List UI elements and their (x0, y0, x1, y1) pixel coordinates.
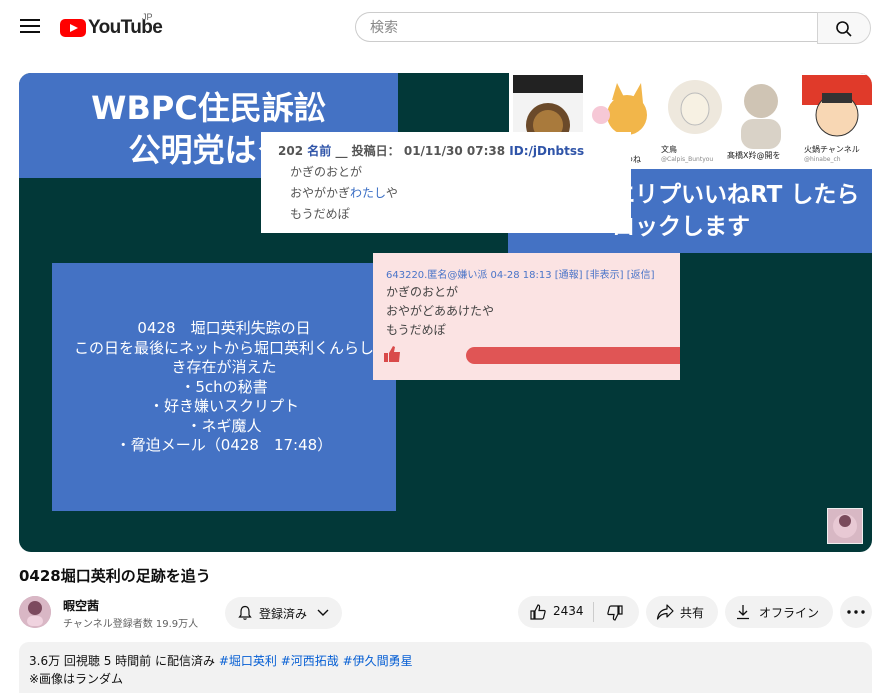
right-banner-line1: エリプいいねRT したら (612, 182, 860, 208)
video-player[interactable]: WBPC住民訴訟 公明党はク ぎつね 文鳥 @Calpis_Buntyou 髙橋… (19, 73, 872, 552)
more-icon (847, 610, 865, 614)
thumbs-up-icon (384, 346, 400, 362)
dislike-icon[interactable] (606, 604, 624, 622)
youtube-play-icon (60, 19, 86, 37)
download-icon (737, 605, 749, 620)
bell-icon (238, 605, 252, 620)
timeline-line: 0428 堀口英利失踪の日 (137, 319, 311, 337)
timeline-box: 0428 堀口英利失踪の日 この日を最後にネットから堀口英利くんらし き存在が消… (52, 263, 396, 511)
post1-date-value: 01/11/30 07:38 (403, 144, 506, 158)
post2-line: おやがどああけたや (386, 304, 495, 318)
offline-button[interactable]: オフライン (725, 596, 833, 628)
avatar[interactable] (19, 596, 51, 628)
hashtag[interactable]: #河西拓哉 (281, 654, 339, 668)
like-icon[interactable] (529, 603, 547, 621)
subscribe-button[interactable]: 登録済み (225, 597, 342, 629)
subscriber-count: チャンネル登録者数 19.9万人 (63, 619, 199, 630)
chevron-down-icon (317, 609, 329, 616)
icon-tile-hotpot: 火鍋チャンネル @hinabe_ch (802, 75, 872, 167)
top-bar: YouTube JP 検索 (0, 0, 886, 56)
timeline-line: ・好き嫌いスクリプト (148, 397, 299, 415)
slide-title-line1: WBPC住民訴訟 (91, 89, 326, 127)
post2-line: かぎのおとが (386, 285, 459, 299)
right-banner-line2: ロックします (612, 214, 750, 240)
post1-line: おやがかぎわたしや (290, 186, 398, 200)
like-dislike-group: 2434 (518, 596, 639, 628)
post1-number: 202 (278, 144, 304, 158)
video-title: 0428堀口英利の足跡を追う (19, 567, 211, 585)
icon-caption: 髙橋X羚@開を (727, 151, 781, 160)
more-actions-button[interactable] (840, 596, 872, 628)
share-label: 共有 (680, 606, 705, 620)
hashtag[interactable]: #堀口英利 (219, 654, 277, 668)
post1-line: もうだめぽ (290, 207, 350, 221)
icon-subcaption: @Calpis_Buntyou (661, 156, 714, 163)
icon-caption: 文鳥 (661, 145, 677, 154)
icon-caption: 火鍋チャンネル (804, 145, 860, 154)
hashtag[interactable]: #伊久間勇星 (343, 654, 413, 668)
post1-id: ID:/jDnbtss (509, 144, 585, 158)
timeline-line: ・ネギ魔人 (186, 416, 262, 435)
offline-label: オフライン (759, 606, 820, 620)
icon-tile-bird: 文鳥 @Calpis_Buntyou (659, 75, 729, 167)
forum-post-1: 202 名前 __ 投稿日： 01/11/30 07:38 ID:/jDnbts… (261, 132, 631, 233)
description-box[interactable]: 3.6万 回視聴 5 時間前 に配信済み #堀口英利 #河西拓哉 #伊久間勇星 … (19, 642, 872, 693)
icon-subcaption: @hinabe_ch (804, 156, 841, 163)
post1-body: かぎのおとが おやがかぎわたしや もうだめぽ (290, 162, 398, 225)
description-stats-line: 3.6万 回視聴 5 時間前 に配信済み #堀口英利 #河西拓哉 #伊久間勇星 (29, 652, 413, 669)
post1-header: 202 名前 __ 投稿日： 01/11/30 07:38 ID:/jDnbts… (278, 142, 584, 159)
view-stats: 3.6万 回視聴 5 時間前 に配信済み (29, 654, 215, 668)
like-count[interactable]: 2434 (553, 604, 584, 618)
icon-tile-person: 髙橋X羚@開を (725, 75, 795, 167)
channel-watermark[interactable] (827, 508, 863, 544)
watermark-avatar-image (833, 514, 857, 538)
post1-date-label: 投稿日： (351, 144, 400, 158)
post1-name-label: 名前 (307, 144, 332, 158)
post2-body: かぎのおとが おやがどああけたや もうだめぽ (386, 283, 494, 340)
forum-post-2: 643220.匿名@嫌い派 04-28 18:13 [通報] [非表示] [返信… (373, 253, 680, 380)
timeline-line: ・5chの秘書 (180, 377, 268, 396)
post2-line: もうだめぽ (386, 323, 446, 337)
country-code: JP (142, 12, 153, 22)
search-input[interactable]: 検索 (355, 12, 817, 42)
post2-rating-bar (466, 347, 680, 364)
search-bar: 検索 (355, 12, 871, 44)
subscribe-label: 登録済み (259, 607, 308, 621)
channel-name[interactable]: 暇空茜 (63, 597, 99, 614)
like-divider (593, 602, 594, 622)
menu-icon[interactable] (18, 16, 42, 40)
timeline-line: この日を最後にネットから堀口英利くんらし (73, 338, 374, 357)
post2-header: 643220.匿名@嫌い派 04-28 18:13 [通報] [非表示] [返信… (386, 270, 655, 281)
search-button[interactable] (817, 12, 871, 44)
share-icon (656, 604, 674, 620)
post1-line: かぎのおとが (290, 165, 363, 179)
timeline-line: ・脅迫メール（0428 17:48） (115, 436, 333, 454)
share-button[interactable]: 共有 (646, 596, 718, 628)
timeline-line: き存在が消えた (171, 358, 277, 376)
channel-avatar-image (19, 596, 51, 628)
search-icon (836, 21, 852, 37)
post1-name-value: __ (335, 144, 348, 158)
description-note: ※画像はランダム (29, 672, 124, 686)
